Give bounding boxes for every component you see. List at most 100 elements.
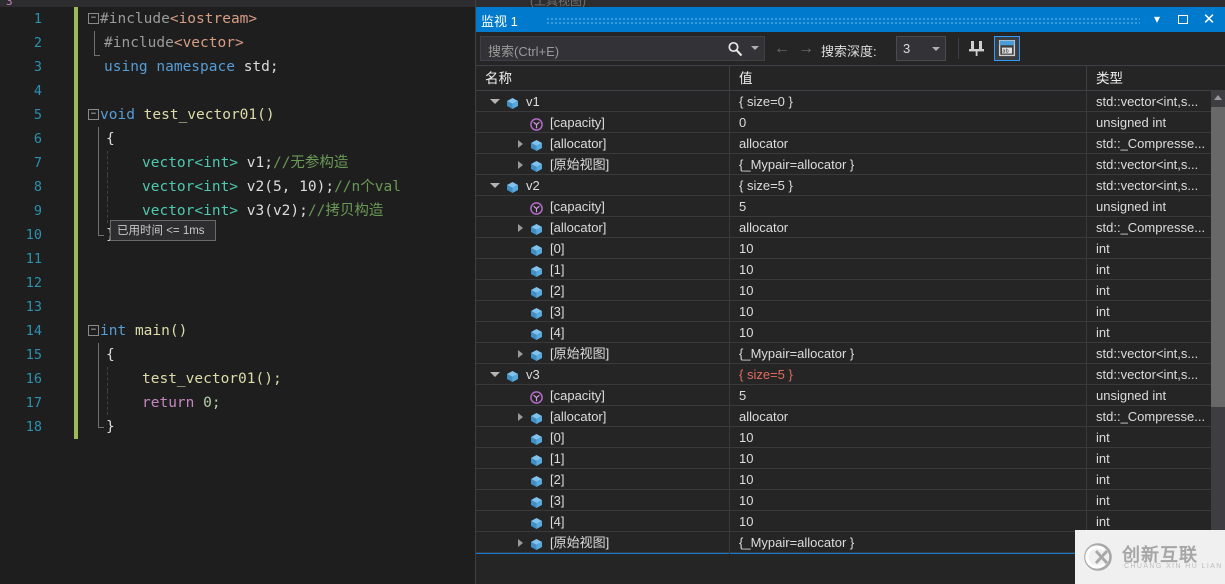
watch-cell-value[interactable]: allocator <box>730 133 1086 154</box>
watch-row[interactable]: [4] 10 int <box>476 511 1225 532</box>
watch-cell-value[interactable]: 10 <box>730 511 1086 532</box>
watch-cell-value[interactable]: {_Mypair=allocator } <box>730 343 1086 364</box>
watch-cell-value[interactable]: 10 <box>730 490 1086 511</box>
watch-cell-name[interactable]: [2] <box>476 469 729 490</box>
close-icon[interactable]: ✕ <box>1198 9 1220 30</box>
scrollbar-thumb[interactable] <box>1211 107 1225 407</box>
code-line[interactable]: 9 vector<int> v3(v2);//拷贝构造 <box>0 199 475 223</box>
code-line[interactable]: 3 using namespace std; <box>0 55 475 79</box>
code-line[interactable]: 16 test_vector01(); <box>0 367 475 391</box>
watch-cell-value[interactable]: 10 <box>730 280 1086 301</box>
watch-cell-value[interactable]: 10 <box>730 427 1086 448</box>
watch-row[interactable]: v1 { size=0 } std::vector<int,s... <box>476 91 1225 112</box>
watch-cell-name[interactable]: [4] <box>476 322 729 343</box>
watch-cell-name[interactable]: [capacity] <box>476 385 729 406</box>
expander-collapsed-icon[interactable] <box>518 539 523 547</box>
watch-cell-value[interactable]: { size=5 } <box>730 364 1086 385</box>
watch-cell-name[interactable]: [capacity] <box>476 112 729 133</box>
code-line[interactable]: 18 } <box>0 415 475 439</box>
watch-row[interactable]: [0] 10 int <box>476 238 1225 259</box>
watch-row[interactable]: [4] 10 int <box>476 322 1225 343</box>
expander-expanded-icon[interactable] <box>490 183 500 188</box>
expander-collapsed-icon[interactable] <box>518 161 523 169</box>
watch-cell-value[interactable]: 10 <box>730 259 1086 280</box>
expander-expanded-icon[interactable] <box>490 372 500 377</box>
watch-cell-value[interactable]: {_Mypair=allocator } <box>730 532 1086 553</box>
watch-row[interactable]: [1] 10 int <box>476 448 1225 469</box>
watch-cell-name[interactable]: [原始视图] <box>476 154 729 175</box>
column-header-value[interactable]: 值 <box>730 66 1086 91</box>
watch-row[interactable]: v2 { size=5 } std::vector<int,s... <box>476 175 1225 196</box>
watch-row[interactable]: [allocator] allocator std::_Compresse... <box>476 406 1225 427</box>
tab-layout-icon[interactable]: ab <box>994 36 1020 61</box>
watch-cell-name[interactable]: [4] <box>476 511 729 532</box>
watch-row[interactable]: [2] 10 int <box>476 280 1225 301</box>
watch-cell-value[interactable]: allocator <box>730 217 1086 238</box>
code-line[interactable]: 7 vector<int> v1;//无参构造 <box>0 151 475 175</box>
fold-toggle-icon[interactable]: − <box>88 325 99 336</box>
watch-cell-value[interactable]: 10 <box>730 469 1086 490</box>
code-line[interactable]: 14 − int main() <box>0 319 475 343</box>
watch-cell-name[interactable]: [2] <box>476 280 729 301</box>
code-line[interactable]: 12 <box>0 271 475 295</box>
watch-row[interactable]: [原始视图] {_Mypair=allocator } std::vector<in… <box>476 154 1225 175</box>
code-text-area[interactable]: 1 − #include<iostream> 2 #include<vector… <box>0 7 475 584</box>
code-line[interactable]: 8 vector<int> v2(5, 10);//n个val <box>0 175 475 199</box>
watch-cell-name[interactable]: [原始视图] <box>476 532 729 553</box>
watch-row[interactable]: [原始视图] {_Mypair=allocator } std::vector<in… <box>476 343 1225 364</box>
expander-collapsed-icon[interactable] <box>518 140 523 148</box>
search-options-caret-icon[interactable] <box>751 46 759 50</box>
watch-cell-name[interactable]: [原始视图] <box>476 343 729 364</box>
watch-cell-name[interactable]: 添加要监视的项 <box>476 553 729 554</box>
code-line[interactable]: 17 return 0; <box>0 391 475 415</box>
vertical-scrollbar[interactable] <box>1211 91 1225 554</box>
code-line[interactable]: 4 <box>0 79 475 103</box>
watch-cell-name[interactable]: [3] <box>476 490 729 511</box>
code-editor-pane[interactable]: 3 1 − #include<iostream> 2 #include<vect… <box>0 0 475 584</box>
code-line[interactable]: 13 <box>0 295 475 319</box>
watch-cell-value[interactable]: 10 <box>730 301 1086 322</box>
watch-cell-name[interactable]: v1 <box>476 91 729 112</box>
code-line[interactable]: 2 #include<vector> <box>0 31 475 55</box>
watch-cell-value[interactable]: 0 <box>730 112 1086 133</box>
search-back-icon[interactable]: ← <box>772 40 792 58</box>
search-forward-icon[interactable]: → <box>796 40 816 58</box>
watch-cell-name[interactable]: [0] <box>476 427 729 448</box>
expander-expanded-icon[interactable] <box>490 99 500 104</box>
watch-cell-name[interactable]: [allocator] <box>476 133 729 154</box>
expander-collapsed-icon[interactable] <box>518 224 523 232</box>
watch-row[interactable]: [1] 10 int <box>476 259 1225 280</box>
scroll-up-icon[interactable] <box>1214 95 1222 100</box>
pin-icon[interactable] <box>966 37 990 60</box>
expander-collapsed-icon[interactable] <box>518 350 523 358</box>
chevron-down-icon[interactable] <box>932 47 940 51</box>
restore-window-icon[interactable] <box>1172 9 1194 30</box>
watch-row[interactable]: [capacity] 5 unsigned int <box>476 385 1225 406</box>
watch-window-titlebar[interactable]: 监视 1 ▾ ✕ <box>476 7 1225 32</box>
watch-row[interactable]: [2] 10 int <box>476 469 1225 490</box>
watch-cell-value[interactable]: allocator <box>730 406 1086 427</box>
watch-cell-name[interactable]: [capacity] <box>476 196 729 217</box>
code-line[interactable]: 1 − #include<iostream> <box>0 7 475 31</box>
watch-cell-value[interactable]: {_Mypair=allocator } <box>730 154 1086 175</box>
window-dropdown-icon[interactable]: ▾ <box>1146 9 1168 30</box>
watch-cell-name[interactable]: [3] <box>476 301 729 322</box>
watch-row[interactable]: [3] 10 int <box>476 301 1225 322</box>
column-header-name[interactable]: 名称 <box>476 66 729 91</box>
watch-cell-name[interactable]: [1] <box>476 259 729 280</box>
watch-row[interactable]: [allocator] allocator std::_Compresse... <box>476 217 1225 238</box>
code-line[interactable]: 5 − void test_vector01() <box>0 103 475 127</box>
code-line[interactable]: 11 <box>0 247 475 271</box>
watch-row[interactable]: v3 { size=5 } std::vector<int,s... <box>476 364 1225 385</box>
watch-cell-value[interactable]: { size=0 } <box>730 91 1086 112</box>
watch-row[interactable]: [0] 10 int <box>476 427 1225 448</box>
titlebar-drag-dots[interactable] <box>546 17 1140 24</box>
code-line[interactable]: 6 { <box>0 127 475 151</box>
code-line[interactable]: 10 } <box>0 223 475 247</box>
watch-cell-value[interactable]: 10 <box>730 322 1086 343</box>
watch-cell-value[interactable]: 5 <box>730 196 1086 217</box>
search-depth-select[interactable]: 3 <box>896 36 946 61</box>
watch-cell-name[interactable]: [0] <box>476 238 729 259</box>
watch-cell-name[interactable]: v3 <box>476 364 729 385</box>
expander-collapsed-icon[interactable] <box>518 413 523 421</box>
